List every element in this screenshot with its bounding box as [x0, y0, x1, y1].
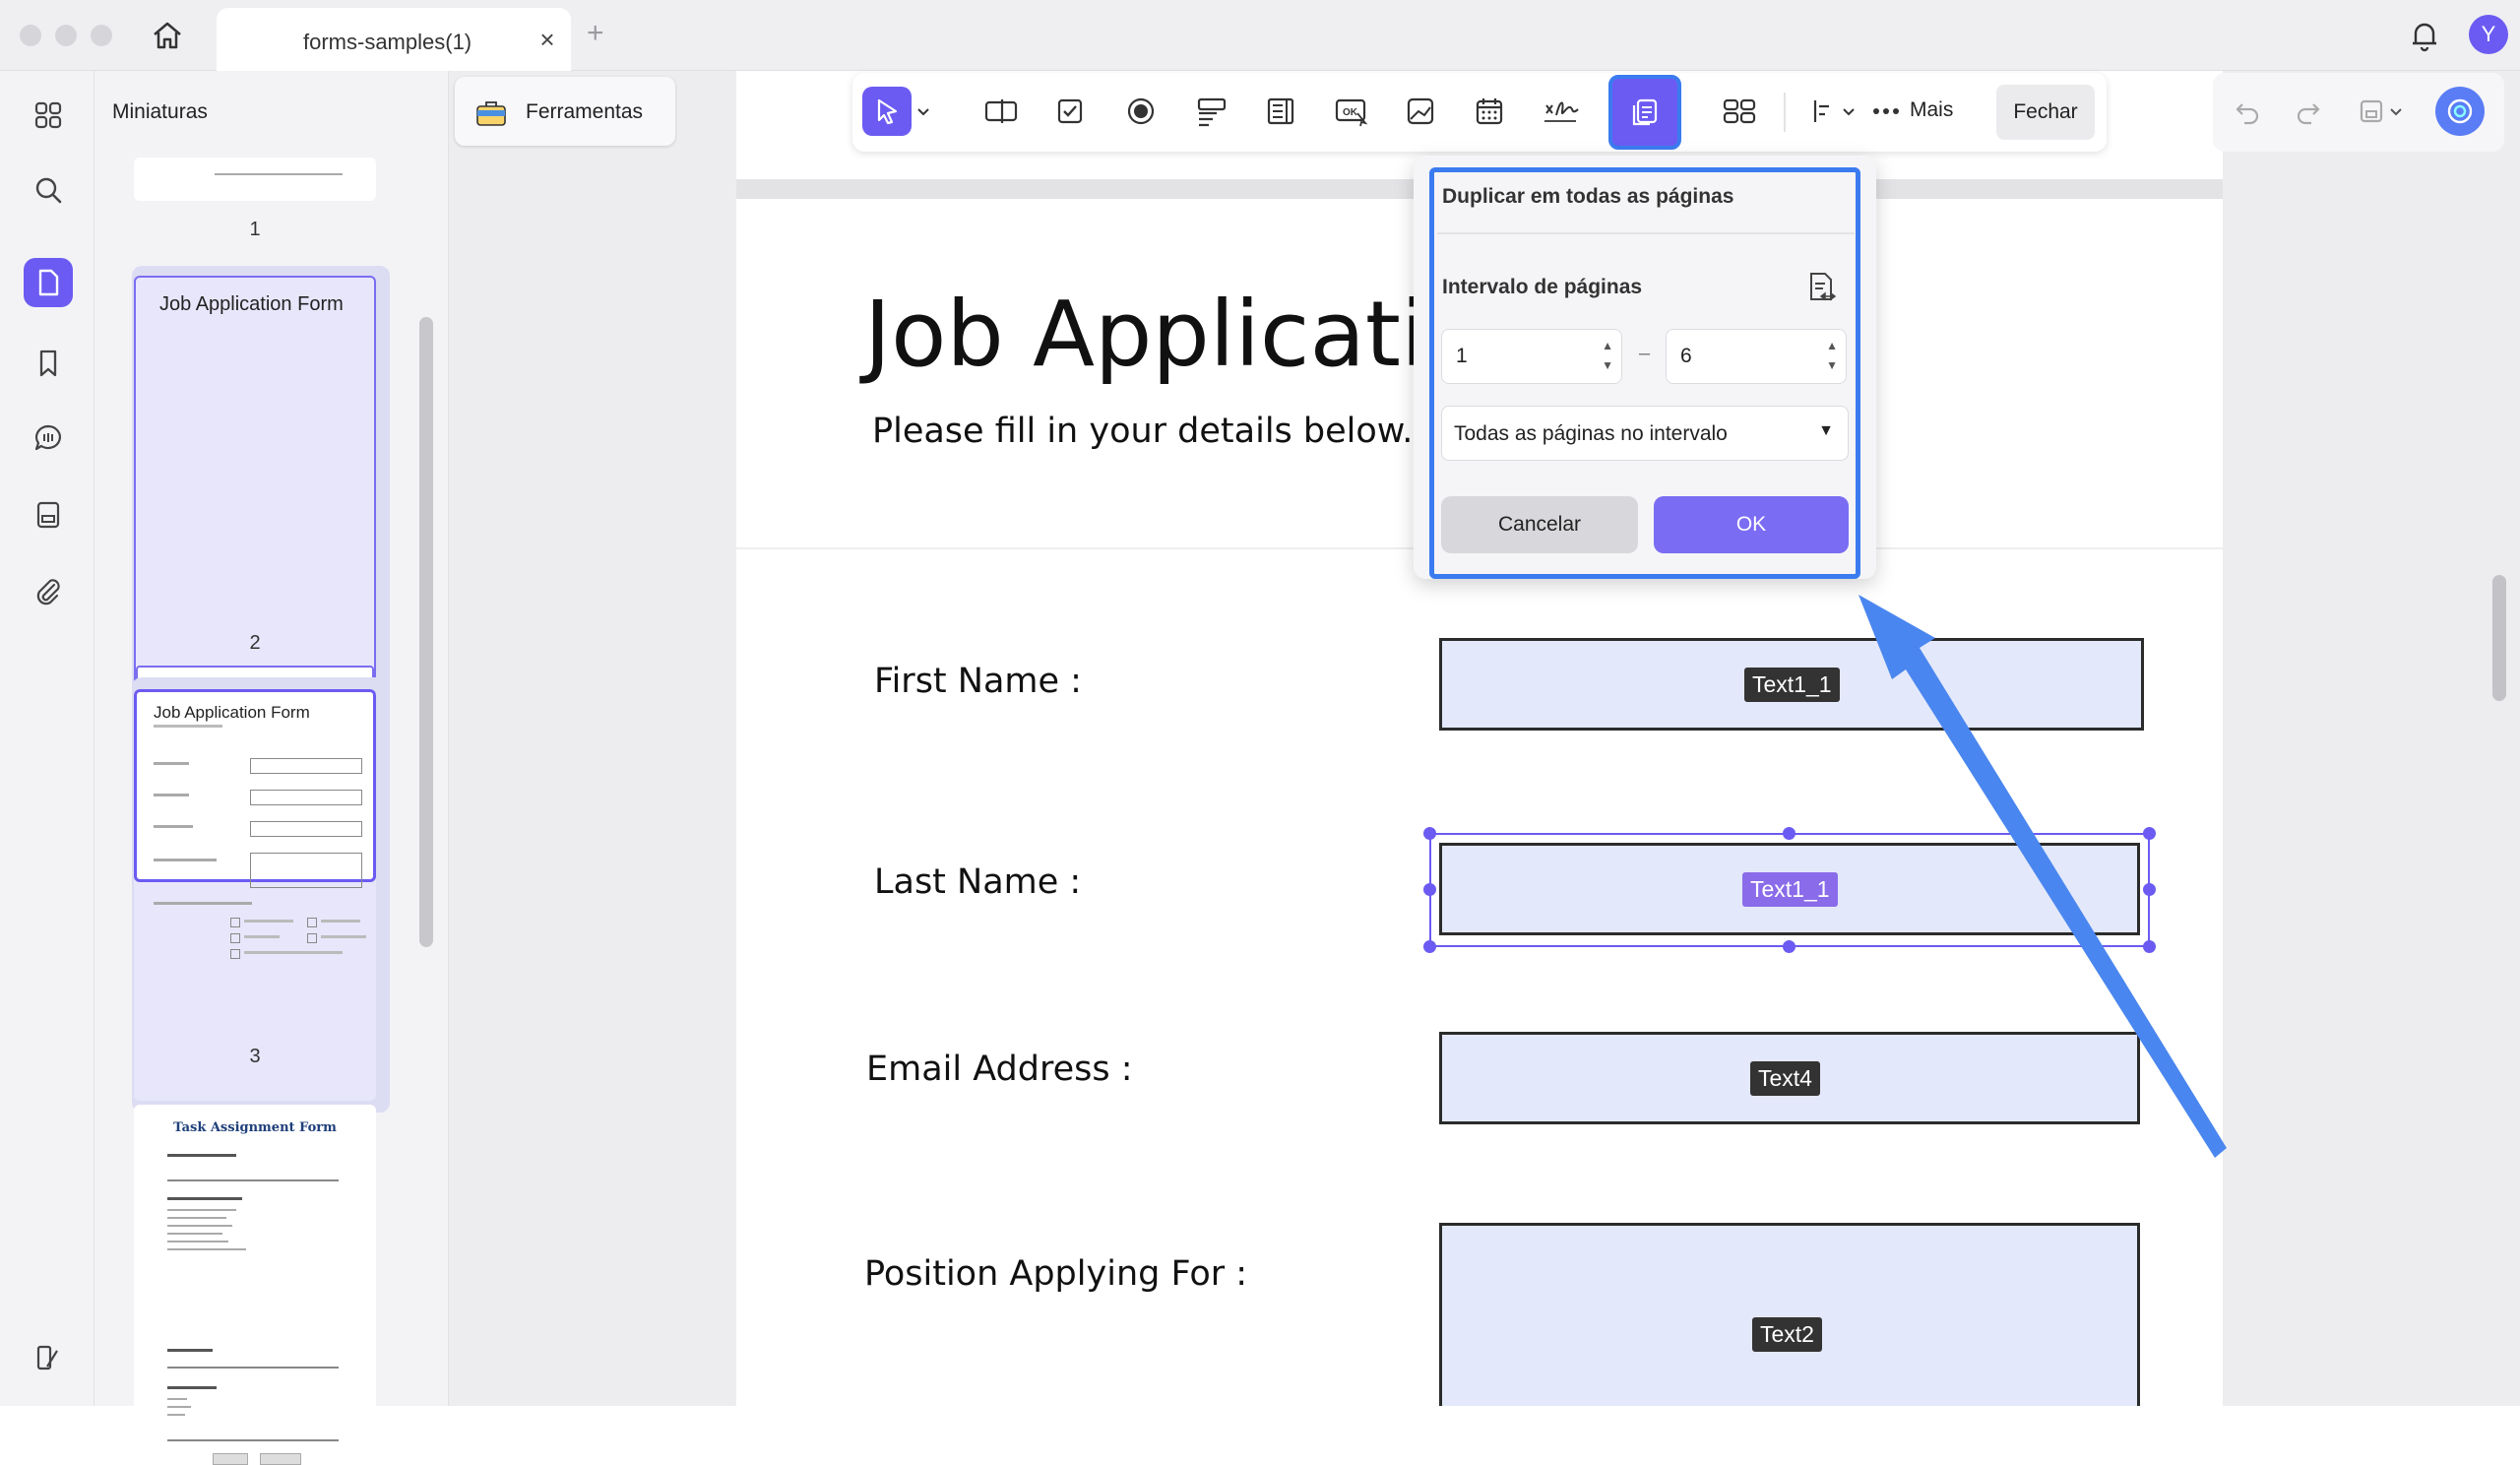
thumbnail-number: 3	[249, 1046, 261, 1067]
document-subtitle: Please fill in your details below.	[872, 412, 1414, 451]
select-pointer-icon[interactable]	[862, 87, 912, 136]
toolbox-icon	[476, 101, 506, 126]
radio-button-icon[interactable]	[1116, 87, 1166, 136]
image-field-icon[interactable]	[1396, 87, 1445, 136]
combo-box-icon[interactable]	[1187, 87, 1236, 136]
signature-icon[interactable]	[1536, 87, 1585, 136]
tools-label: Ferramentas	[526, 100, 644, 123]
document-tab[interactable]: forms-samples(1) ×	[217, 8, 571, 71]
thumbnail-number: 2	[249, 632, 261, 654]
button-field-icon[interactable]: OK	[1327, 87, 1376, 136]
pages-icon[interactable]	[24, 258, 73, 307]
checkbox-icon[interactable]	[1045, 87, 1095, 136]
sidebar-toggle-icon[interactable]	[24, 1333, 73, 1382]
duplicate-pages-button[interactable]	[1608, 75, 1681, 150]
resize-handle[interactable]	[2143, 883, 2156, 896]
chevron-down-icon[interactable]	[2384, 87, 2408, 136]
title-bar: forms-samples(1) × + Y	[0, 0, 2520, 71]
thumbnail-heading: Job Application Form	[159, 293, 344, 315]
field-name-tag: Text4	[1750, 1061, 1820, 1096]
ai-assistant-icon[interactable]	[2435, 87, 2485, 136]
thumbnails-scrollbar[interactable]	[419, 317, 433, 947]
dialog-highlight-frame	[1429, 167, 1860, 579]
tools-button[interactable]: Ferramentas	[455, 77, 675, 146]
new-tab-icon[interactable]: +	[587, 18, 604, 49]
history-toolbar	[2213, 73, 2504, 152]
comments-icon[interactable]	[24, 414, 73, 463]
undo-icon[interactable]	[2223, 87, 2272, 136]
thumbnail-heading: Task Assignment Form	[173, 1120, 337, 1135]
resize-handle[interactable]	[2143, 827, 2156, 840]
window-zoom-dot[interactable]	[91, 25, 112, 46]
search-icon[interactable]	[24, 165, 73, 215]
thumbnails-title: Miniaturas	[112, 100, 208, 123]
tab-title: forms-samples(1)	[303, 30, 472, 54]
thumbnail-page-3[interactable]: Job Application Form	[134, 689, 376, 1101]
chevron-down-icon[interactable]	[912, 87, 935, 136]
home-icon[interactable]	[148, 16, 187, 55]
form-toolbar: OK Mais Fechar	[852, 73, 2107, 152]
user-avatar[interactable]: Y	[2469, 15, 2508, 54]
text-field-icon[interactable]	[976, 87, 1026, 136]
resize-handle[interactable]	[1783, 940, 1796, 953]
resize-handle[interactable]	[1423, 940, 1436, 953]
window-minimize-dot[interactable]	[55, 25, 77, 46]
resize-handle[interactable]	[1783, 827, 1796, 840]
list-box-icon[interactable]	[1256, 87, 1305, 136]
form-icon[interactable]	[24, 490, 73, 540]
document-scrollbar[interactable]	[2492, 575, 2506, 701]
grid-icon[interactable]	[24, 91, 73, 140]
redo-icon[interactable]	[2284, 87, 2333, 136]
document-title: Job Applicatio	[864, 282, 1481, 387]
thumbnail-page-2[interactable]: Job Application Form	[134, 276, 376, 685]
more-dots-icon[interactable]	[1866, 87, 1906, 136]
tab-close-icon[interactable]: ×	[534, 26, 561, 53]
left-rail	[0, 71, 94, 1406]
first-name-label: First Name :	[874, 662, 1082, 701]
thumbnails-panel: Miniaturas 1 Job Application Form 2 Job …	[94, 71, 449, 1465]
last-name-label: Last Name :	[874, 862, 1082, 902]
attachment-icon[interactable]	[24, 567, 73, 616]
close-editing-button[interactable]: Fechar	[1996, 85, 2095, 140]
svg-text:OK: OK	[1343, 107, 1358, 118]
thumbnail-number: 1	[249, 219, 261, 240]
position-field[interactable]	[1439, 1223, 2140, 1406]
bell-icon[interactable]	[2406, 17, 2443, 54]
resize-handle[interactable]	[2143, 940, 2156, 953]
bookmark-icon[interactable]	[24, 339, 73, 388]
field-name-tag: Text1_1	[1742, 872, 1838, 907]
field-name-tag: Text1_1	[1744, 668, 1840, 702]
thumbnail-page-1[interactable]	[134, 158, 376, 201]
resize-handle[interactable]	[1423, 883, 1436, 896]
chevron-down-icon[interactable]	[1837, 87, 1860, 136]
field-name-tag: Text2	[1752, 1317, 1822, 1352]
more-label[interactable]: Mais	[1910, 98, 1953, 122]
thumbnail-heading: Job Application Form	[154, 703, 310, 722]
toolbar-divider	[1784, 93, 1786, 132]
thumbnail-page-4[interactable]: Task Assignment Form	[134, 1105, 376, 1465]
calendar-icon[interactable]	[1465, 87, 1514, 136]
email-label: Email Address :	[866, 1050, 1133, 1089]
position-label: Position Applying For :	[864, 1254, 1248, 1294]
resize-handle[interactable]	[1423, 827, 1436, 840]
grid-layout-icon[interactable]	[1715, 87, 1764, 136]
window-close-dot[interactable]	[20, 25, 41, 46]
